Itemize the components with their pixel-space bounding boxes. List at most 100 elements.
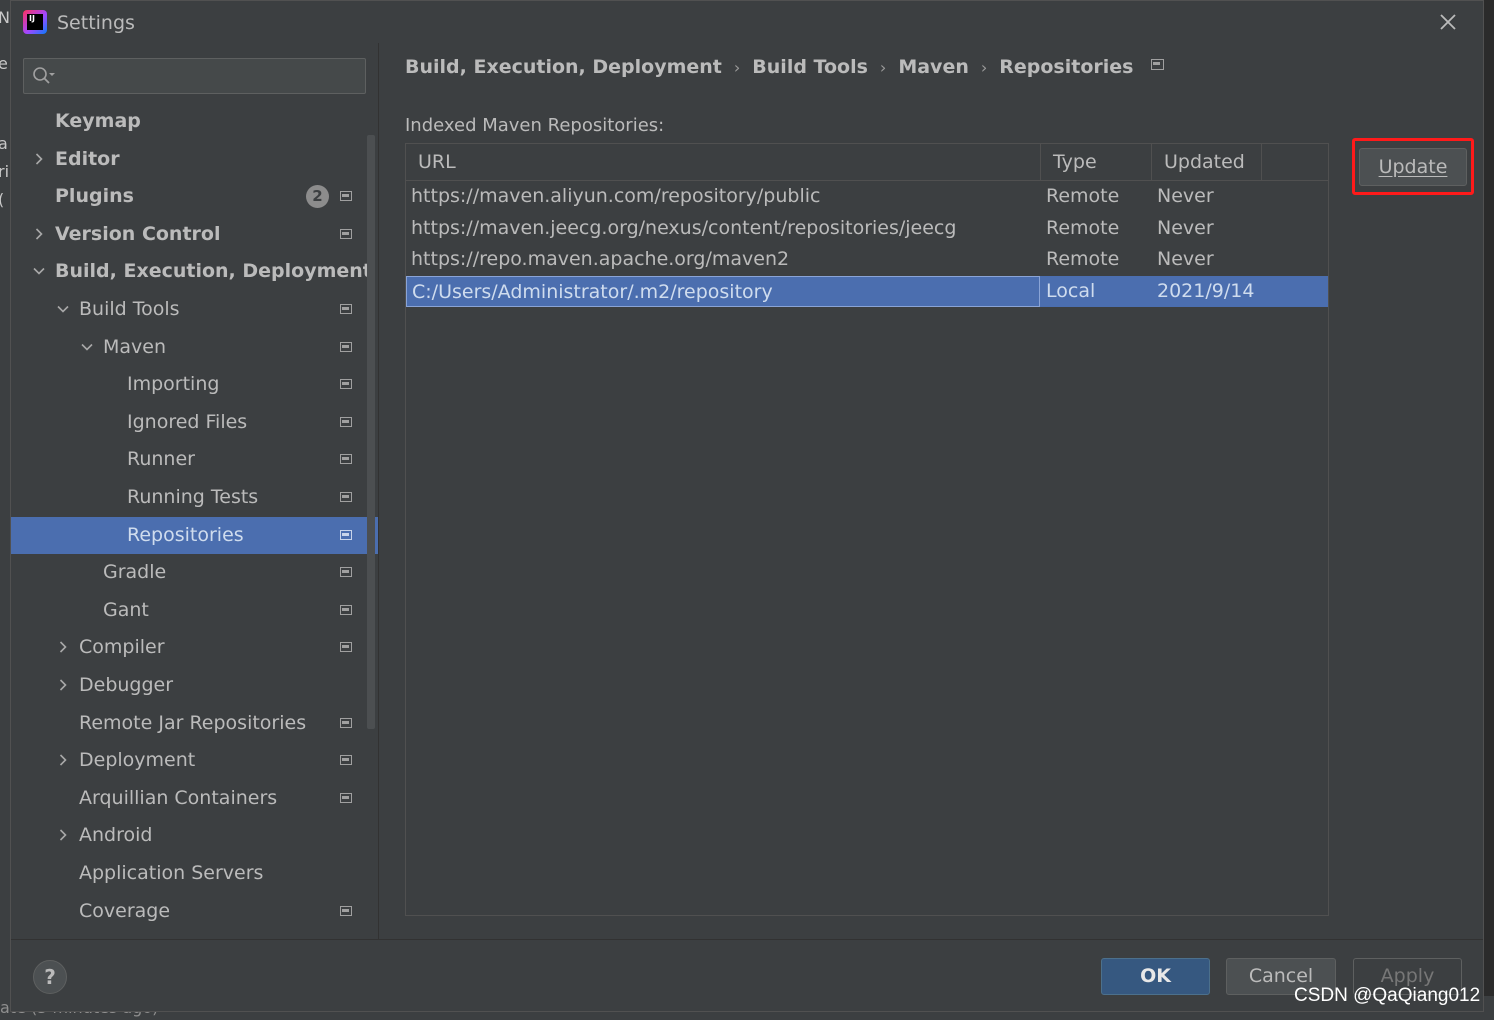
title-bar: IJ Settings	[11, 1, 1483, 43]
breadcrumb-item[interactable]: Build Tools	[752, 56, 868, 78]
sidebar-item-plugins[interactable]: Plugins 2	[11, 178, 378, 215]
background-glyph: e	[0, 54, 8, 73]
sidebar-item-label: Coverage	[79, 899, 171, 922]
project-scope-icon	[340, 416, 352, 427]
intellij-logo-icon: IJ	[23, 10, 47, 34]
close-icon[interactable]	[1437, 11, 1459, 33]
settings-sidebar: Keymap Editor Plugins 2 Version Control Build…	[11, 43, 378, 939]
sidebar-item-arquillian-containers[interactable]: Arquillian Containers	[11, 780, 378, 817]
background-glyph: N	[0, 8, 10, 27]
sidebar-item-compiler[interactable]: Compiler	[11, 629, 378, 666]
chevron-down-icon[interactable]	[81, 341, 93, 353]
sidebar-item-android[interactable]: Android	[11, 817, 378, 854]
repositories-panel: Build, Execution, Deployment › Build Tools…	[379, 43, 1483, 939]
chevron-right-icon[interactable]	[57, 679, 69, 691]
project-scope-icon	[340, 191, 352, 202]
sidebar-item-label: Debugger	[79, 674, 174, 696]
cell-type: Remote	[1046, 216, 1120, 239]
project-scope-icon	[340, 228, 352, 239]
column-header-updated[interactable]: Updated	[1152, 144, 1262, 181]
sidebar-scrollbar[interactable]	[367, 135, 375, 729]
cell-updated: Never	[1157, 216, 1214, 239]
sidebar-item-maven[interactable]: Maven	[11, 329, 378, 366]
update-button[interactable]: Update	[1359, 148, 1467, 186]
breadcrumb-item[interactable]: Build, Execution, Deployment	[405, 56, 722, 78]
cell-url: https://maven.aliyun.com/repository/publ…	[411, 185, 821, 207]
sidebar-item-deployment[interactable]: Deployment	[11, 742, 378, 779]
project-scope-icon	[340, 379, 352, 390]
table-row[interactable]: C:/Users/Administrator/.m2/repository Loc…	[406, 275, 1328, 307]
cell-updated: Never	[1157, 185, 1214, 207]
chevron-right-icon[interactable]	[33, 228, 45, 240]
background-ide-strip-right	[1483, 0, 1494, 1020]
project-scope-icon	[340, 304, 352, 314]
update-count-badge: 2	[306, 185, 329, 209]
table-header: URL Type Updated	[406, 144, 1328, 181]
cell-type: Remote	[1046, 185, 1120, 207]
sidebar-item-label: Keymap	[55, 110, 141, 132]
sidebar-item-label: Application Servers	[79, 862, 264, 884]
ok-button[interactable]: OK	[1101, 958, 1210, 995]
cell-type: Remote	[1046, 248, 1120, 270]
cell-url: C:/Users/Administrator/.m2/repository	[406, 275, 1040, 307]
search-input[interactable]	[23, 58, 366, 94]
sidebar-item-runner[interactable]: Runner	[11, 441, 378, 478]
sidebar-item-build-execution-deployment[interactable]: Build, Execution, Deployment	[11, 253, 378, 290]
breadcrumb-separator: ›	[733, 58, 741, 77]
sidebar-item-label: Gradle	[103, 561, 167, 584]
background-glyph: a	[0, 134, 8, 153]
background-glyph: ri	[0, 162, 10, 181]
sidebar-item-label: Gant	[103, 598, 149, 621]
sidebar-item-debugger[interactable]: Debugger	[11, 667, 378, 704]
column-header-url[interactable]: URL	[406, 144, 1041, 181]
sidebar-item-application-servers[interactable]: Application Servers	[11, 855, 378, 892]
chevron-right-icon[interactable]	[57, 829, 69, 841]
cell-url: https://repo.maven.apache.org/maven2	[411, 248, 790, 270]
project-scope-icon	[340, 492, 352, 502]
cell-url: https://maven.jeecg.org/nexus/content/re…	[411, 216, 957, 239]
sidebar-item-label: Compiler	[79, 636, 165, 659]
chevron-down-icon[interactable]	[57, 303, 69, 315]
sidebar-item-label: Arquillian Containers	[79, 786, 278, 809]
section-label: Indexed Maven Repositories:	[405, 115, 665, 136]
breadcrumb-item[interactable]: Maven	[898, 56, 969, 78]
table-row[interactable]: https://repo.maven.apache.org/maven2 Remo…	[406, 244, 1328, 275]
sidebar-item-keymap[interactable]: Keymap	[11, 103, 378, 140]
sidebar-item-importing[interactable]: Importing	[11, 366, 378, 403]
sidebar-item-gant[interactable]: Gant	[11, 592, 378, 629]
sidebar-item-editor[interactable]: Editor	[11, 141, 378, 178]
chevron-right-icon[interactable]	[57, 641, 69, 653]
sidebar-item-gradle[interactable]: Gradle	[11, 554, 378, 591]
chevron-down-icon[interactable]	[33, 265, 45, 277]
breadcrumb-separator: ›	[980, 58, 988, 77]
sidebar-item-build-tools[interactable]: Build Tools	[11, 291, 378, 328]
sidebar-item-coverage[interactable]: Coverage	[11, 893, 378, 930]
sidebar-item-label: Remote Jar Repositories	[79, 711, 307, 734]
sidebar-item-remote-jar-repositories[interactable]: Remote Jar Repositories	[11, 705, 378, 742]
sidebar-item-label: Editor	[55, 147, 120, 170]
chevron-right-icon[interactable]	[33, 153, 45, 165]
project-scope-icon	[340, 717, 352, 728]
sidebar-item-ignored-files[interactable]: Ignored Files	[11, 404, 378, 441]
repositories-table[interactable]: URL Type Updated https://maven.aliyun.co…	[405, 143, 1329, 916]
breadcrumb: Build, Execution, Deployment › Build Tools…	[405, 56, 1165, 78]
sidebar-item-running-tests[interactable]: Running Tests	[11, 479, 378, 516]
sidebar-item-version-control[interactable]: Version Control	[11, 216, 378, 253]
cell-updated: 2021/9/14	[1157, 279, 1255, 302]
sidebar-item-label: Repositories	[127, 523, 244, 546]
sidebar-item-label: Importing	[127, 373, 220, 396]
watermark: CSDN @QaQiang012	[1294, 985, 1481, 1006]
table-row[interactable]: https://maven.aliyun.com/repository/publ…	[406, 181, 1328, 212]
column-header-type[interactable]: Type	[1041, 144, 1152, 181]
chevron-right-icon[interactable]	[57, 754, 69, 766]
table-row[interactable]: https://maven.jeecg.org/nexus/content/re…	[406, 213, 1328, 244]
sidebar-item-label: Plugins	[55, 185, 134, 208]
cell-updated: Never	[1157, 248, 1214, 270]
sidebar-item-label: Build Tools	[79, 298, 180, 320]
sidebar-item-label: Runner	[127, 448, 195, 471]
help-icon[interactable]: ?	[33, 960, 67, 994]
sidebar-item-repositories[interactable]: Repositories	[11, 516, 378, 554]
breadcrumb-item[interactable]: Repositories	[999, 56, 1133, 78]
project-scope-icon	[1151, 59, 1165, 70]
sidebar-item-label: Version Control	[55, 222, 221, 245]
